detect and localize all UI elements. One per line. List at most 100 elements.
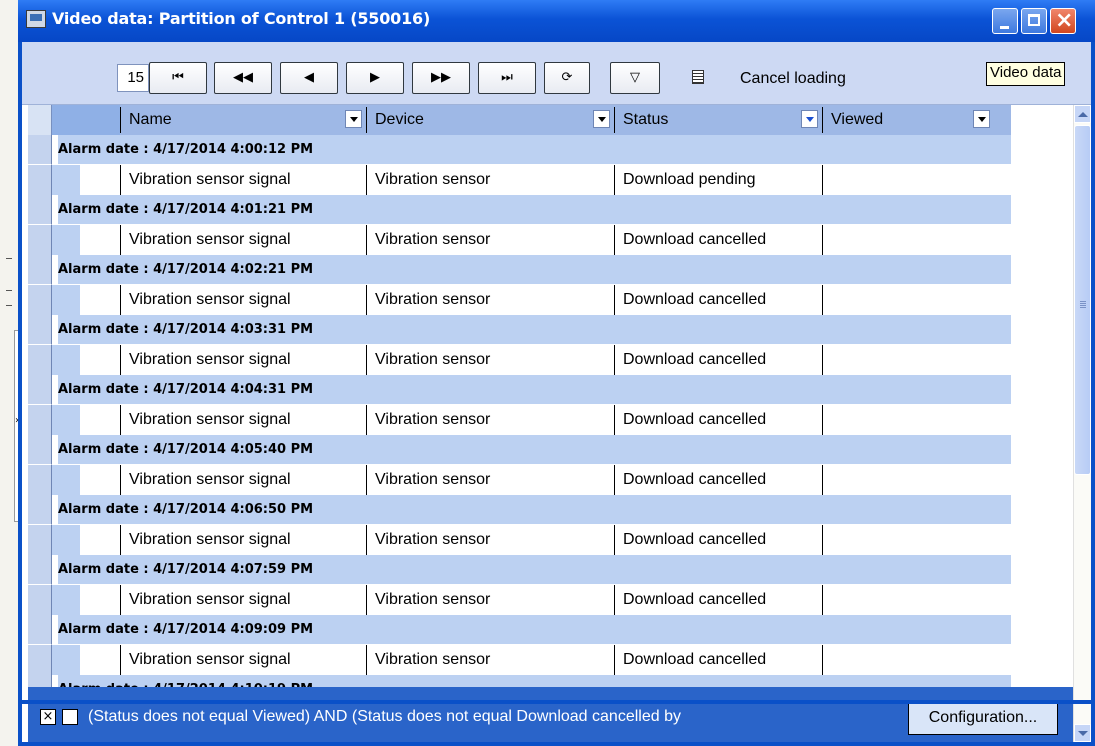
row-select-cell[interactable] <box>80 225 120 255</box>
viewed-cell[interactable] <box>822 405 1002 435</box>
name-cell[interactable]: Vibration sensor signal <box>120 165 366 195</box>
row-indicator[interactable] <box>28 495 52 525</box>
name-cell[interactable]: Vibration sensor signal <box>120 585 366 615</box>
status-cell[interactable]: Download cancelled <box>614 645 822 675</box>
viewed-cell[interactable] <box>822 345 1002 375</box>
name-filter-dropdown-icon[interactable] <box>345 110 362 128</box>
filter-enabled-checkbox[interactable] <box>62 709 78 725</box>
clear-filter-button[interactable]: × <box>40 709 56 725</box>
row-indicator[interactable] <box>28 345 52 375</box>
filter-button[interactable]: ▽ <box>610 62 660 94</box>
last-record-button[interactable]: ⏭ <box>478 62 536 94</box>
group-row[interactable]: Alarm date : 4/17/2014 4:00:12 PM <box>28 135 1011 165</box>
table-row[interactable]: Vibration sensor signal Vibration sensor D… <box>28 465 1011 495</box>
viewed-cell[interactable] <box>822 585 1002 615</box>
row-indicator[interactable] <box>28 525 52 555</box>
status-cell[interactable]: Download cancelled <box>614 345 822 375</box>
row-indicator[interactable] <box>28 465 52 495</box>
viewed-cell[interactable] <box>822 165 1002 195</box>
table-row[interactable]: Vibration sensor signal Vibration sensor D… <box>28 405 1011 435</box>
name-cell[interactable]: Vibration sensor signal <box>120 525 366 555</box>
device-cell[interactable]: Vibration sensor <box>366 345 614 375</box>
record-count-field[interactable]: 15 <box>117 64 149 92</box>
group-row[interactable]: Alarm date : 4/17/2014 4:01:21 PM <box>28 195 1011 225</box>
scroll-thumb[interactable] <box>1074 125 1091 475</box>
device-cell[interactable]: Vibration sensor <box>366 165 614 195</box>
device-filter-dropdown-icon[interactable] <box>593 110 610 128</box>
viewed-cell[interactable] <box>822 225 1002 255</box>
row-indicator[interactable] <box>28 585 52 615</box>
name-cell[interactable]: Vibration sensor signal <box>120 405 366 435</box>
viewed-cell[interactable] <box>822 285 1002 315</box>
table-row[interactable]: Vibration sensor signal Vibration sensor D… <box>28 285 1011 315</box>
first-record-button[interactable]: ⏮ <box>149 62 207 94</box>
row-select-cell[interactable] <box>80 405 120 435</box>
next-record-button[interactable]: ▶ <box>346 62 404 94</box>
name-cell[interactable]: Vibration sensor signal <box>120 345 366 375</box>
viewed-cell[interactable] <box>822 525 1002 555</box>
device-cell[interactable]: Vibration sensor <box>366 285 614 315</box>
status-cell[interactable]: Download pending <box>614 165 822 195</box>
column-header-viewed[interactable]: Viewed <box>822 107 1002 133</box>
scroll-down-button[interactable] <box>1074 724 1091 742</box>
row-select-cell[interactable] <box>80 465 120 495</box>
viewed-filter-dropdown-icon[interactable] <box>973 110 990 128</box>
device-cell[interactable]: Vibration sensor <box>366 465 614 495</box>
row-indicator[interactable] <box>28 165 52 195</box>
row-select-cell[interactable] <box>80 345 120 375</box>
status-cell[interactable]: Download cancelled <box>614 285 822 315</box>
maximize-button[interactable] <box>1021 8 1047 34</box>
column-header-name[interactable]: Name <box>120 107 366 133</box>
table-row[interactable]: Vibration sensor signal Vibration sensor D… <box>28 525 1011 555</box>
table-row[interactable]: Vibration sensor signal Vibration sensor D… <box>28 225 1011 255</box>
device-cell[interactable]: Vibration sensor <box>366 525 614 555</box>
status-cell[interactable]: Download cancelled <box>614 585 822 615</box>
group-row[interactable]: Alarm date : 4/17/2014 4:10:19 PM <box>28 675 1011 687</box>
grid-view-icon[interactable] <box>692 70 704 84</box>
name-cell[interactable]: Vibration sensor signal <box>120 645 366 675</box>
name-cell[interactable]: Vibration sensor signal <box>120 225 366 255</box>
close-button[interactable]: × <box>1050 8 1076 34</box>
row-indicator[interactable] <box>28 375 52 405</box>
device-cell[interactable]: Vibration sensor <box>366 405 614 435</box>
row-indicator[interactable] <box>28 645 52 675</box>
refresh-button[interactable]: ⟳ <box>544 62 590 94</box>
row-indicator[interactable] <box>28 405 52 435</box>
device-cell[interactable]: Vibration sensor <box>366 225 614 255</box>
cancel-loading-link[interactable]: Cancel loading <box>740 70 846 88</box>
filter-expression[interactable]: (Status does not equal Viewed) AND (Stat… <box>88 708 903 726</box>
group-row[interactable]: Alarm date : 4/17/2014 4:07:59 PM <box>28 555 1011 585</box>
scroll-up-button[interactable] <box>1074 105 1091 123</box>
row-select-cell[interactable] <box>80 285 120 315</box>
row-indicator[interactable] <box>28 675 52 687</box>
column-header-status[interactable]: Status <box>614 107 822 133</box>
next-page-button[interactable]: ▶▶ <box>412 62 470 94</box>
vertical-scrollbar[interactable] <box>1073 105 1091 742</box>
group-row[interactable]: Alarm date : 4/17/2014 4:05:40 PM <box>28 435 1011 465</box>
table-row[interactable]: Vibration sensor signal Vibration sensor D… <box>28 645 1011 675</box>
row-indicator[interactable] <box>28 435 52 465</box>
table-row[interactable]: Vibration sensor signal Vibration sensor D… <box>28 165 1011 195</box>
configuration-button[interactable]: Configuration... <box>908 701 1058 735</box>
row-select-cell[interactable] <box>80 165 120 195</box>
device-cell[interactable]: Vibration sensor <box>366 645 614 675</box>
status-filter-dropdown-icon[interactable] <box>801 110 818 128</box>
device-cell[interactable]: Vibration sensor <box>366 585 614 615</box>
prev-record-button[interactable]: ◀ <box>280 62 338 94</box>
viewed-cell[interactable] <box>822 465 1002 495</box>
row-select-cell[interactable] <box>80 645 120 675</box>
status-cell[interactable]: Download cancelled <box>614 405 822 435</box>
table-row[interactable]: Vibration sensor signal Vibration sensor D… <box>28 585 1011 615</box>
title-bar[interactable]: Video data: Partition of Control 1 (5500… <box>18 0 1095 42</box>
table-row[interactable]: Vibration sensor signal Vibration sensor D… <box>28 345 1011 375</box>
row-indicator[interactable] <box>28 315 52 345</box>
column-header-device[interactable]: Device <box>366 107 614 133</box>
minimize-button[interactable] <box>992 8 1018 34</box>
group-row[interactable]: Alarm date : 4/17/2014 4:09:09 PM <box>28 615 1011 645</box>
status-cell[interactable]: Download cancelled <box>614 225 822 255</box>
row-select-cell[interactable] <box>80 525 120 555</box>
status-cell[interactable]: Download cancelled <box>614 465 822 495</box>
row-indicator[interactable] <box>28 225 52 255</box>
row-indicator[interactable] <box>28 555 52 585</box>
status-cell[interactable]: Download cancelled <box>614 525 822 555</box>
